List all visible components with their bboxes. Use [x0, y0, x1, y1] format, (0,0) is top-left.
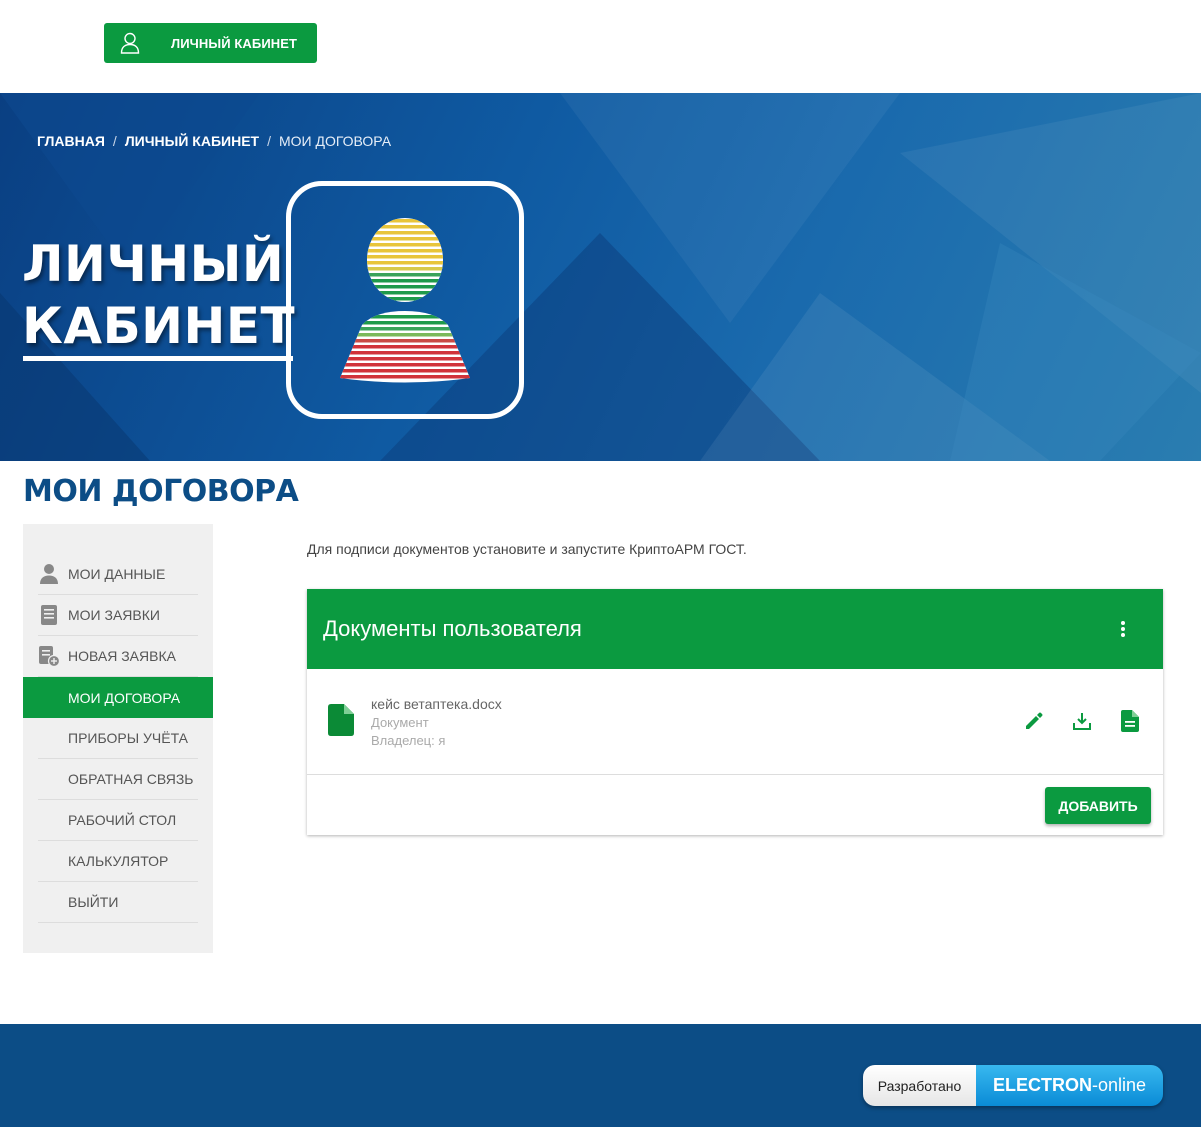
- sidebar-item-label: МОИ ДАННЫЕ: [68, 566, 166, 582]
- documents-icon: [38, 604, 60, 626]
- sidebar: МОИ ДАННЫЕ МОИ ЗАЯВКИ НОВАЯ ЗАЯВКА МОИ Д…: [23, 524, 213, 953]
- more-vert-icon[interactable]: [1113, 619, 1133, 639]
- footer: Разработано ELECTRON -online: [0, 1024, 1201, 1127]
- breadcrumb-separator: /: [112, 133, 117, 149]
- breadcrumb: ГЛАВНАЯ / ЛИЧНЫЙ КАБИНЕТ / МОИ ДОГОВОРА: [37, 133, 391, 149]
- download-icon[interactable]: [1071, 710, 1093, 732]
- edit-icon[interactable]: [1023, 710, 1045, 732]
- sidebar-item-label: ОБРАТНАЯ СВЯЗЬ: [68, 771, 194, 787]
- sidebar-item-meters[interactable]: ПРИБОРЫ УЧЁТА: [38, 718, 198, 759]
- sidebar-item-label: МОИ ДОГОВОРА: [68, 689, 181, 706]
- brand-suffix: -online: [1091, 1075, 1147, 1095]
- sidebar-item-desktop[interactable]: РАБОЧИЙ СТОЛ: [38, 800, 198, 841]
- sidebar-item-my-contracts[interactable]: МОИ ДОГОВОРА: [23, 677, 213, 718]
- document-type: Документ: [371, 715, 429, 730]
- user-icon: [38, 563, 60, 585]
- personal-cabinet-button[interactable]: ЛИЧНЫЙ КАБИНЕТ: [104, 23, 317, 63]
- document-actions: [1023, 710, 1141, 732]
- documents-card-title: Документы пользователя: [323, 616, 582, 641]
- hero-underline: [23, 356, 293, 361]
- sidebar-item-my-data[interactable]: МОИ ДАННЫЕ: [38, 554, 198, 595]
- sidebar-item-label: МОИ ЗАЯВКИ: [68, 607, 160, 623]
- sidebar-item-label: КАЛЬКУЛЯТОР: [68, 853, 169, 869]
- sidebar-item-label: ПРИБОРЫ УЧЁТА: [68, 730, 188, 746]
- hero-title: ЛИЧНЫЙ КАБИНЕТ: [22, 233, 295, 357]
- document-row[interactable]: кейс ветаптека.docx Документ Владелец: я: [307, 669, 1163, 775]
- crypto-notice: Для подписи документов установите и запу…: [307, 541, 747, 557]
- sidebar-item-logout[interactable]: ВЫЙТИ: [38, 882, 198, 923]
- breadcrumb-separator: /: [267, 133, 271, 149]
- brand-name: ELECTRON: [992, 1075, 1092, 1095]
- sidebar-item-label: ВЫЙТИ: [68, 894, 119, 910]
- breadcrumb-cabinet-link[interactable]: ЛИЧНЫЙ КАБИНЕТ: [125, 133, 259, 149]
- new-document-icon: [38, 645, 60, 667]
- breadcrumb-current: МОИ ДОГОВОРА: [278, 133, 392, 149]
- documents-card-header: Документы пользователя: [307, 589, 1163, 669]
- document-name: кейс ветаптека.docx: [371, 696, 502, 712]
- sidebar-item-label: РАБОЧИЙ СТОЛ: [68, 812, 177, 828]
- documents-card: Документы пользователя кейс ветаптека.do…: [307, 589, 1163, 835]
- sidebar-item-calculator[interactable]: КАЛЬКУЛЯТОР: [38, 841, 198, 882]
- file-icon: [328, 704, 354, 741]
- developer-badge[interactable]: Разработано ELECTRON -online: [863, 1065, 1163, 1106]
- person-illustration-icon: [340, 218, 470, 383]
- document-owner: Владелец: я: [371, 733, 446, 748]
- hero-title-line2: КАБИНЕТ: [22, 297, 296, 355]
- developer-badge-label: Разработано: [863, 1065, 976, 1106]
- sidebar-item-feedback[interactable]: ОБРАТНАЯ СВЯЗЬ: [38, 759, 198, 800]
- page-title: МОИ ДОГОВОРА: [23, 474, 299, 509]
- sidebar-item-new-request[interactable]: НОВАЯ ЗАЯВКА: [38, 636, 198, 677]
- document-details-icon[interactable]: [1119, 710, 1141, 732]
- personal-cabinet-label: ЛИЧНЫЙ КАБИНЕТ: [171, 35, 298, 51]
- hero-banner: ГЛАВНАЯ / ЛИЧНЫЙ КАБИНЕТ / МОИ ДОГОВОРА …: [0, 93, 1201, 461]
- add-document-button[interactable]: ДОБАВИТЬ: [1045, 787, 1151, 824]
- top-bar: ЛИЧНЫЙ КАБИНЕТ: [0, 0, 1201, 93]
- document-meta: кейс ветаптека.docx Документ Владелец: я: [371, 696, 502, 748]
- developer-badge-brand: ELECTRON -online: [976, 1065, 1163, 1106]
- sidebar-item-label: НОВАЯ ЗАЯВКА: [68, 648, 176, 664]
- user-outline-icon: [117, 30, 143, 56]
- hero-title-line1: ЛИЧНЫЙ: [22, 235, 285, 293]
- sidebar-item-my-requests[interactable]: МОИ ЗАЯВКИ: [38, 595, 198, 636]
- breadcrumb-home-link[interactable]: ГЛАВНАЯ: [37, 133, 105, 149]
